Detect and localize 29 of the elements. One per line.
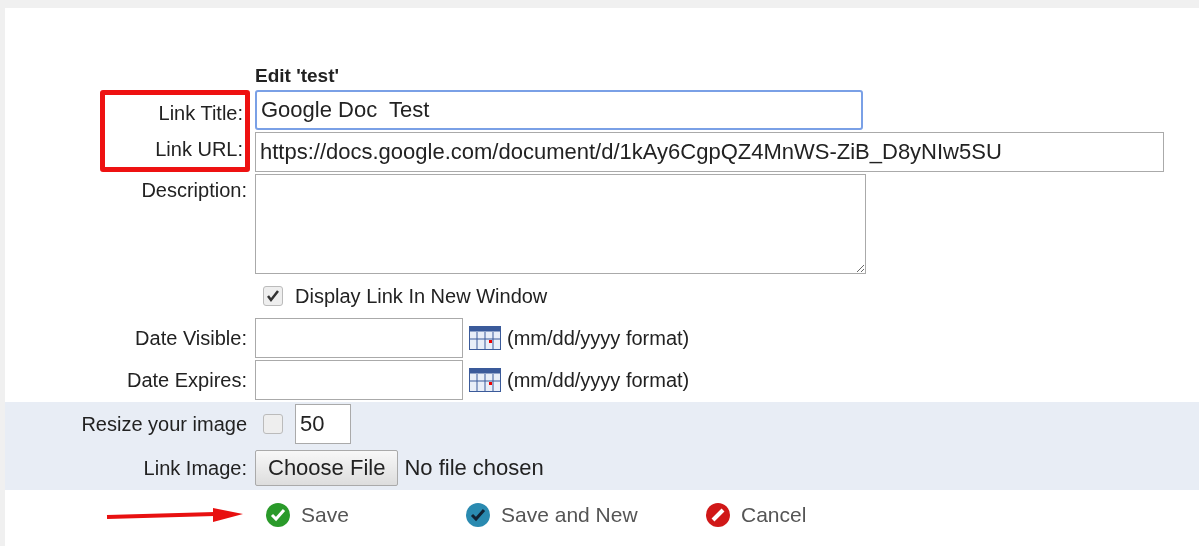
format-hint: (mm/dd/yyyy format) [507,326,690,350]
format-hint: (mm/dd/yyyy format) [507,368,690,392]
link-url-field[interactable]: https://docs.google.com/document/d/1kAy6CgpQZ4MnWS-ZiB_D8yNIw5SU [255,132,1164,172]
no-entry-icon [705,502,731,528]
field-label: Description: [140,178,248,203]
cancel-link[interactable]: Cancel [705,502,905,528]
field-label: Link URL: [155,137,244,162]
file-status: No file chosen [404,455,544,481]
calendar-icon[interactable] [469,368,501,392]
field-label: Resize your image [80,412,248,437]
date-field[interactable] [255,318,463,358]
checkbox-label: Display Link In New Window [295,284,548,308]
resize-field[interactable]: 50 [295,404,351,444]
choose-file-button[interactable]: Choose File [255,450,399,486]
field-label: Date Visible: [134,326,248,351]
field-label: Link Image: [142,456,248,481]
save-link[interactable]: Save [265,502,455,528]
date-field[interactable] [255,360,463,400]
check-icon [265,502,291,528]
link-title-field[interactable]: Google Doc Test [255,90,863,130]
checkbox[interactable] [263,286,283,306]
save-link[interactable]: Save and New [465,502,695,528]
checkbox[interactable] [263,414,283,434]
field-label: Link Title: [158,101,244,126]
form-heading: Edit 'test' [255,64,340,88]
check-icon [465,502,491,528]
calendar-icon[interactable] [469,326,501,350]
field-label: Date Expires: [125,368,248,393]
description-field[interactable] [255,174,866,274]
